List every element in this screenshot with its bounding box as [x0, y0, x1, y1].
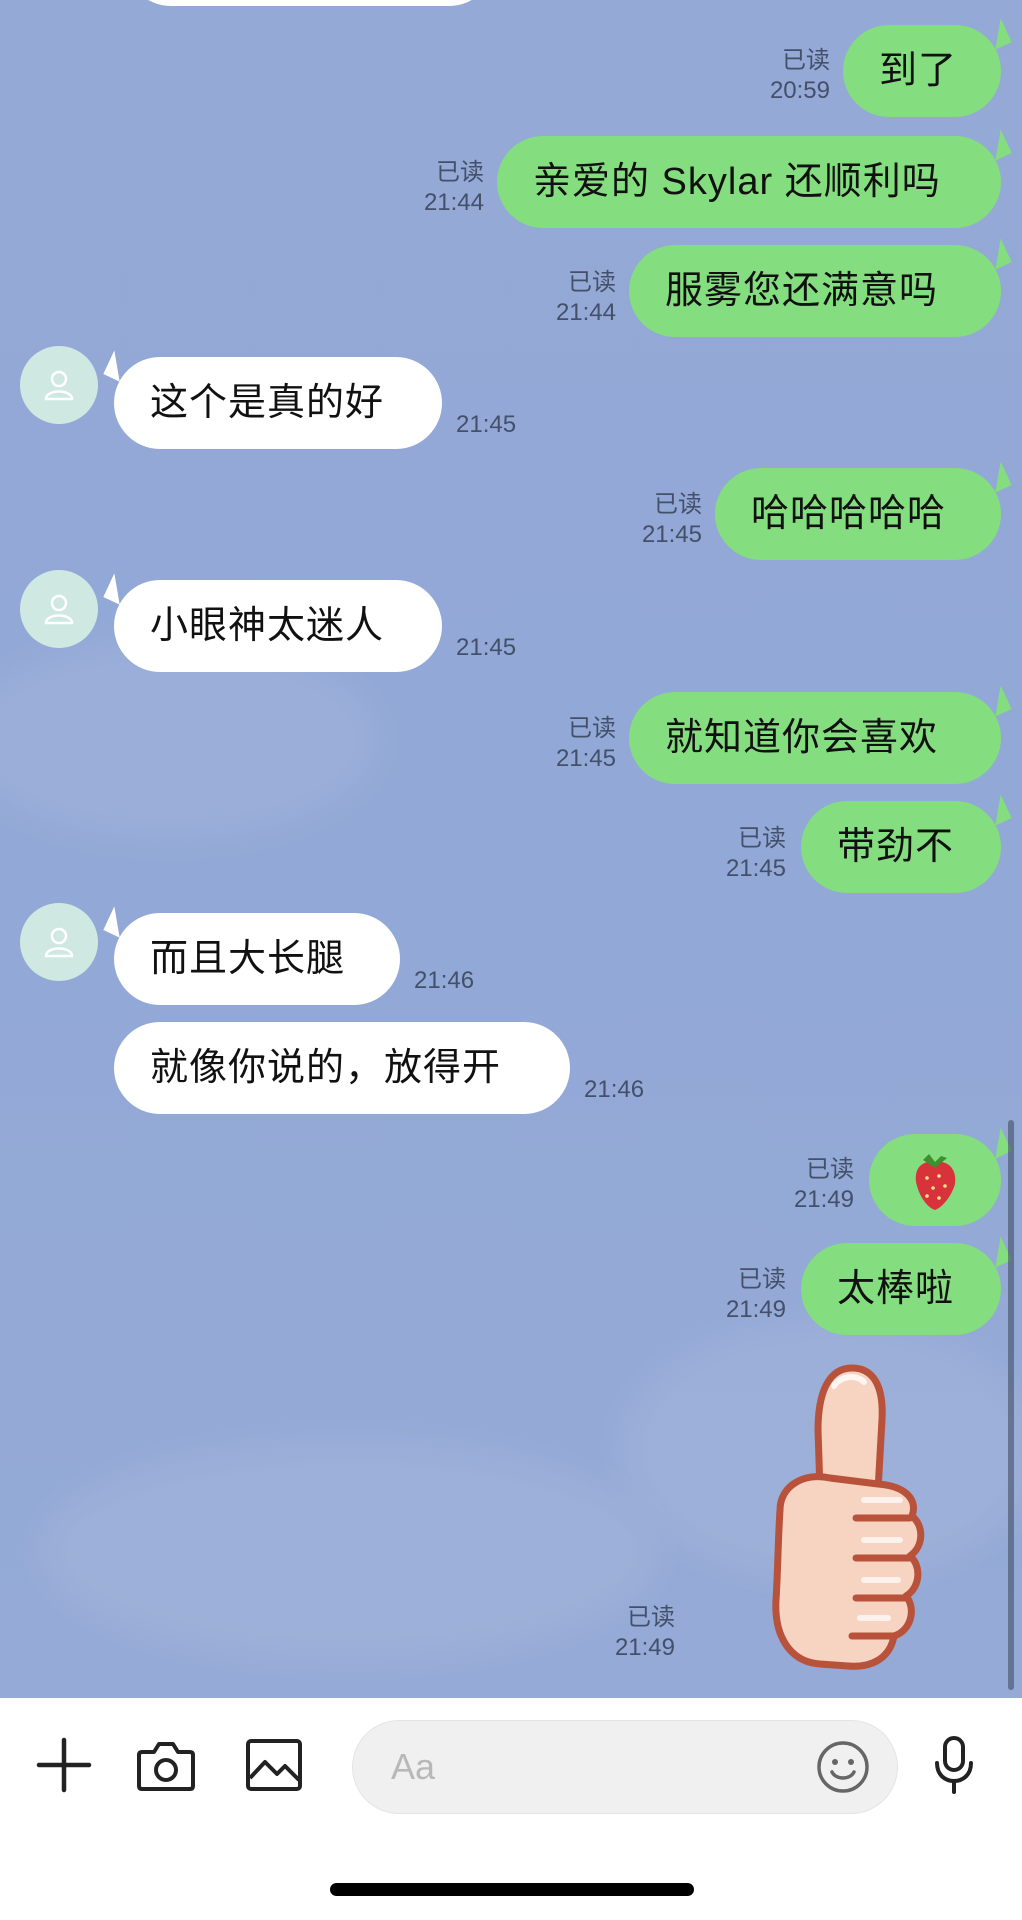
- user-icon: [44, 927, 74, 958]
- message-time: 21:49: [614, 1634, 675, 1661]
- image-icon: [246, 1739, 302, 1791]
- background-cloud: [40, 1440, 660, 1660]
- microphone-icon: [935, 1736, 973, 1794]
- message-text: 小眼神太迷人: [150, 605, 385, 647]
- message-text: 这个是真的好: [150, 382, 385, 424]
- message-bubble-incoming[interactable]: 这个是真的好: [114, 357, 442, 449]
- message-text: 带劲不: [837, 826, 955, 868]
- message-meta: 21:46: [584, 1075, 684, 1105]
- emoji-button[interactable]: [813, 1737, 873, 1797]
- message-text: 就知道你会喜欢: [665, 717, 939, 759]
- message-time: 21:46: [584, 1076, 645, 1103]
- message-meta: 21:46: [414, 966, 514, 996]
- contact-avatar[interactable]: [20, 570, 98, 648]
- read-receipt: 已读: [654, 491, 702, 518]
- message-time: 21:45: [725, 855, 786, 882]
- user-icon: [44, 594, 74, 625]
- message-bubble-outgoing[interactable]: 服雾您还满意吗: [629, 245, 1001, 337]
- read-receipt: 已读: [738, 825, 786, 852]
- message-bubble-outgoing[interactable]: 带劲不: [801, 801, 1001, 893]
- message-time: 21:45: [641, 521, 702, 548]
- message-text: 就像你说的，放得开: [150, 1047, 502, 1089]
- read-receipt: 已读: [436, 159, 484, 186]
- message-meta: 21:45: [456, 410, 556, 440]
- message-bubble-incoming[interactable]: 而且大长腿: [114, 913, 400, 1005]
- read-receipt: 已读: [782, 47, 830, 74]
- message-bubble-outgoing[interactable]: 亲爱的 Skylar 还顺利吗: [497, 136, 1001, 228]
- message-text: 太棒啦: [837, 1268, 955, 1310]
- message-bubble-incoming[interactable]: 小眼神太迷人: [114, 580, 442, 672]
- message-input-placeholder: Aa: [391, 1746, 436, 1787]
- chat-area[interactable]: 已读 20:59 到了 已读 21:44 亲爱的 Skylar 还顺利吗 已读 …: [0, 0, 1022, 1698]
- message-meta: 已读 21:45: [602, 490, 702, 550]
- message-bubble-outgoing[interactable]: 太棒啦: [801, 1243, 1001, 1335]
- strawberry-icon: [915, 1154, 956, 1210]
- message-text: 到了: [879, 50, 958, 92]
- message-meta: 已读 21:45: [686, 824, 786, 884]
- scrollbar[interactable]: [1008, 1120, 1014, 1690]
- message-text: 哈哈哈哈哈: [751, 493, 947, 535]
- thumbs-up-icon: [772, 1364, 925, 1670]
- voice-button[interactable]: [922, 1733, 986, 1797]
- message-meta: 21:45: [456, 633, 556, 663]
- message-time: 21:46: [414, 967, 475, 994]
- message-meta: 已读 21:45: [516, 714, 616, 774]
- message-time: 21:45: [456, 634, 517, 661]
- message-meta: 已读 21:49: [575, 1603, 675, 1663]
- contact-avatar[interactable]: [20, 903, 98, 981]
- message-time: 21:45: [555, 745, 616, 772]
- message-bubble-outgoing[interactable]: 哈哈哈哈哈: [715, 468, 1001, 560]
- read-receipt: 已读: [738, 1266, 786, 1293]
- message-time: 21:49: [793, 1186, 854, 1213]
- message-meta: 已读 20:59: [730, 46, 830, 106]
- camera-icon: [137, 1742, 195, 1791]
- image-button[interactable]: [242, 1733, 306, 1797]
- read-receipt: 已读: [806, 1156, 854, 1183]
- message-time: 20:59: [769, 77, 830, 104]
- message-time: 21:45: [456, 411, 517, 438]
- message-time: 21:44: [555, 299, 616, 326]
- message-text: 服雾您还满意吗: [665, 270, 939, 312]
- user-icon: [44, 370, 74, 401]
- message-bubble-outgoing[interactable]: 就知道你会喜欢: [629, 692, 1001, 784]
- read-receipt: 已读: [568, 715, 616, 742]
- plus-icon: [36, 1737, 92, 1793]
- message-time: 21:44: [423, 189, 484, 216]
- message-meta: 已读 21:44: [516, 268, 616, 328]
- message-input[interactable]: Aa: [352, 1720, 898, 1814]
- read-receipt: 已读: [568, 269, 616, 296]
- message-text: 亲爱的 Skylar 还顺利吗: [533, 161, 941, 203]
- message-time: 21:49: [725, 1296, 786, 1323]
- thumbs-up-sticker[interactable]: [760, 1360, 930, 1680]
- message-bubble-outgoing[interactable]: [869, 1134, 1001, 1226]
- message-bubble-incoming-clipped[interactable]: [125, 0, 495, 6]
- message-bubble-outgoing[interactable]: 到了: [843, 25, 1001, 117]
- camera-button[interactable]: [134, 1733, 198, 1797]
- message-text: 而且大长腿: [150, 938, 346, 980]
- home-indicator[interactable]: [330, 1883, 694, 1896]
- emoji-icon: [817, 1741, 869, 1793]
- message-meta: 已读 21:44: [384, 158, 484, 218]
- message-meta: 已读 21:49: [686, 1265, 786, 1325]
- plus-button[interactable]: [32, 1733, 96, 1797]
- message-meta: 已读 21:49: [754, 1155, 854, 1215]
- read-receipt: 已读: [627, 1604, 675, 1631]
- message-bubble-incoming[interactable]: 就像你说的，放得开: [114, 1022, 570, 1114]
- contact-avatar[interactable]: [20, 346, 98, 424]
